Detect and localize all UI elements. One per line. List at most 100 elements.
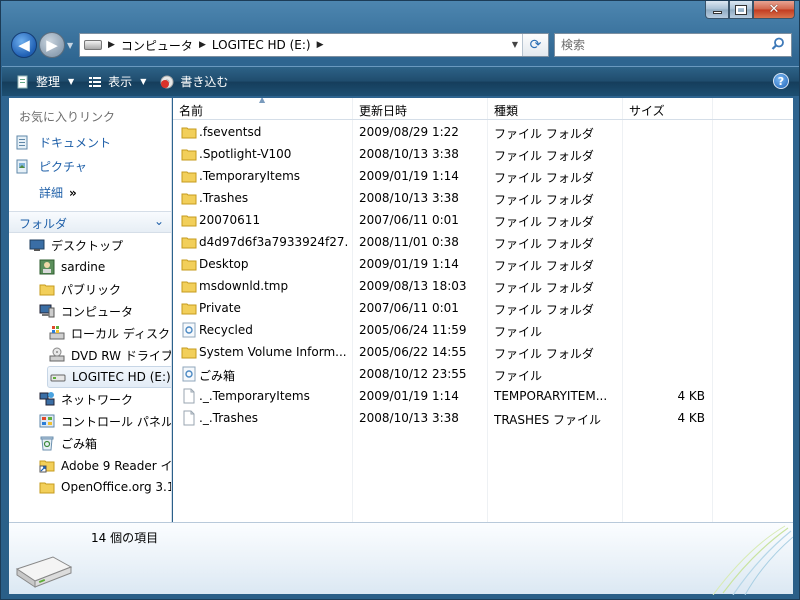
tree-item-logitec-hd[interactable]: LOGITEC HD (E:) [47,366,171,388]
folders-header[interactable]: フォルダ ⌄ [9,211,171,233]
file-row[interactable]: msdownld.tmp 2009/08/13 18:03 ファイル フォルダ [173,275,793,297]
file-row[interactable]: Desktop 2009/01/19 1:14 ファイル フォルダ [173,253,793,275]
search-icon[interactable] [771,37,785,51]
address-bar[interactable]: ▶ コンピュータ ▶ LOGITEC HD (E:) ▶ ▼ ⟳ [79,33,549,57]
file-row[interactable]: ._.TemporaryItems 2009/01/19 1:14 TEMPORAR… [173,385,793,407]
minimize-icon [712,11,722,14]
explorer-window: ✕ ◀ ▶ ▼ ▶ コンピュータ ▶ LOGITEC HD (E:) ▶ ▼ ⟳… [0,0,800,600]
double-chevron-icon: » [69,186,77,200]
file-row[interactable]: .Spotlight-V100 2008/10/13 3:38 ファイル フォルダ [173,143,793,165]
favorite-link-documents[interactable]: ドキュメント [15,134,111,151]
folder-icon [181,127,197,139]
maximize-button[interactable] [729,1,753,19]
item-count: 14 個の項目 [91,531,159,545]
file-type: ファイル フォルダ [494,347,594,361]
breadcrumb-separator-icon[interactable]: ▶ [108,40,115,50]
views-icon [89,76,102,87]
column-header-type[interactable]: 種類 [494,102,518,119]
navigation-row: ◀ ▶ ▼ ▶ コンピュータ ▶ LOGITEC HD (E:) ▶ ▼ ⟳ [1,29,800,63]
tree-item-label: デスクトップ [51,238,124,253]
folder-icon [39,284,55,296]
forward-button[interactable]: ▶ [39,32,65,58]
tree-item-sardine[interactable]: sardine [39,256,105,278]
local-disk-icon [49,326,65,340]
breadcrumb-separator-icon[interactable]: ▶ [199,40,206,50]
tree-item-local-disk[interactable]: ローカル ディスク [49,322,170,344]
pictures-icon [16,159,28,173]
tree-item-recycle-bin[interactable]: ごみ箱 [39,432,97,454]
drive-large-icon [15,556,73,588]
recent-pages-dropdown[interactable]: ▼ [67,41,73,50]
tree-item-computer[interactable]: コンピュータ [39,300,133,322]
navigation-pane: お気に入りリンク ドキュメント ピクチャ 詳細 » フォルダ ⌄ デスクトップ s… [9,98,172,522]
file-type: ファイル [494,369,543,383]
tree-item-label: ネットワーク [61,392,134,407]
column-header-date[interactable]: 更新日時 [359,102,407,119]
file-name: msdownld.tmp [199,279,289,293]
file-row[interactable]: .fseventsd 2009/08/29 1:22 ファイル フォルダ [173,121,793,143]
file-row[interactable]: Recycled 2005/06/24 11:59 ファイル [173,319,793,341]
back-button[interactable]: ◀ [11,32,37,58]
tree-item-control-panel[interactable]: コントロール パネル [39,410,171,432]
chevron-down-icon: ▼ [140,77,147,86]
file-name: ._.Trashes [199,411,258,425]
close-button[interactable]: ✕ [753,1,795,19]
refresh-button[interactable]: ⟳ [522,34,548,56]
breadcrumb-separator-icon[interactable]: ▶ [317,40,324,50]
organize-button[interactable]: 整理 ▼ [16,71,74,93]
tree-item-openoffice[interactable]: OpenOffice.org 3.1 [39,476,171,498]
file-type: ファイル フォルダ [494,149,594,163]
search-input[interactable] [561,38,761,52]
organize-icon [17,75,28,88]
file-row[interactable]: d4d97d6f3a7933924f27... 2008/11/01 0:38 ファ… [173,231,793,253]
refresh-icon: ⟳ [529,37,542,53]
file-date: 2009/01/19 1:14 [359,169,459,183]
file-date: 2008/10/13 3:38 [359,147,459,161]
tree-item-dvd-drive[interactable]: DVD RW ドライブ [49,344,171,366]
tree-item-label: ごみ箱 [61,436,98,451]
file-list: ▲ 名前 更新日時 種類 サイズ .fseventsd 2009/08/29 1:… [173,98,793,522]
column-headers: ▲ 名前 更新日時 種類 サイズ [173,98,793,120]
help-icon[interactable]: ? [773,73,789,89]
burn-disc-icon [160,75,174,88]
tree-item-adobe-reader[interactable]: Adobe 9 Reader イ [39,454,171,476]
views-button[interactable]: 表示 ▼ [88,71,146,93]
file-name: .Trashes [199,191,249,205]
breadcrumb-computer[interactable]: コンピュータ [121,37,193,54]
search-box[interactable] [554,33,792,57]
favorite-link-label: ドキュメント [39,136,112,150]
tree-item-network[interactable]: ネットワーク [39,388,133,410]
file-date: 2005/06/22 14:55 [359,345,467,359]
file-row[interactable]: ごみ箱 2008/10/12 23:55 ファイル [173,363,793,385]
file-row[interactable]: Private 2007/06/11 0:01 ファイル フォルダ [173,297,793,319]
desktop-icon [29,239,45,251]
favorite-link-pictures[interactable]: ピクチャ [15,158,87,175]
burn-button[interactable]: 書き込む [160,71,228,93]
file-type: TEMPORARYITEM... [494,389,608,403]
file-name: 20070611 [199,213,261,227]
file-row[interactable]: System Volume Inform... 2005/06/22 14:55 フ… [173,341,793,363]
file-row[interactable]: .TemporaryItems 2009/01/19 1:14 ファイル フォルダ [173,165,793,187]
file-row[interactable]: ._.Trashes 2008/10/13 3:38 TRASHES ファイル 4 K… [173,407,793,429]
breadcrumb-drive[interactable]: LOGITEC HD (E:) [212,38,311,52]
minimize-button[interactable] [705,1,729,19]
file-type: ファイル フォルダ [494,259,594,273]
folder-icon [181,193,197,205]
file-name: .Spotlight-V100 [199,147,292,161]
file-type: ファイル フォルダ [494,281,594,295]
file-row[interactable]: 20070611 2007/06/11 0:01 ファイル フォルダ [173,209,793,231]
tree-item-public[interactable]: パブリック [39,278,121,300]
column-header-size[interactable]: サイズ [629,102,665,119]
more-links-button[interactable]: 詳細 » [39,184,77,201]
address-dropdown-icon[interactable]: ▼ [512,40,518,49]
chevron-down-icon: ▼ [68,77,75,86]
recycle-file-icon [182,322,196,338]
file-row[interactable]: .Trashes 2008/10/13 3:38 ファイル フォルダ [173,187,793,209]
column-header-name[interactable]: 名前 [179,102,203,119]
forward-arrow-icon: ▶ [46,36,58,54]
file-date: 2008/10/12 23:55 [359,367,467,381]
command-bar: 整理 ▼ 表示 ▼ 書き込む ? [2,66,799,96]
folder-icon [181,281,197,293]
tree-item-desktop[interactable]: デスクトップ [29,234,123,256]
file-name: System Volume Inform... [199,345,347,359]
